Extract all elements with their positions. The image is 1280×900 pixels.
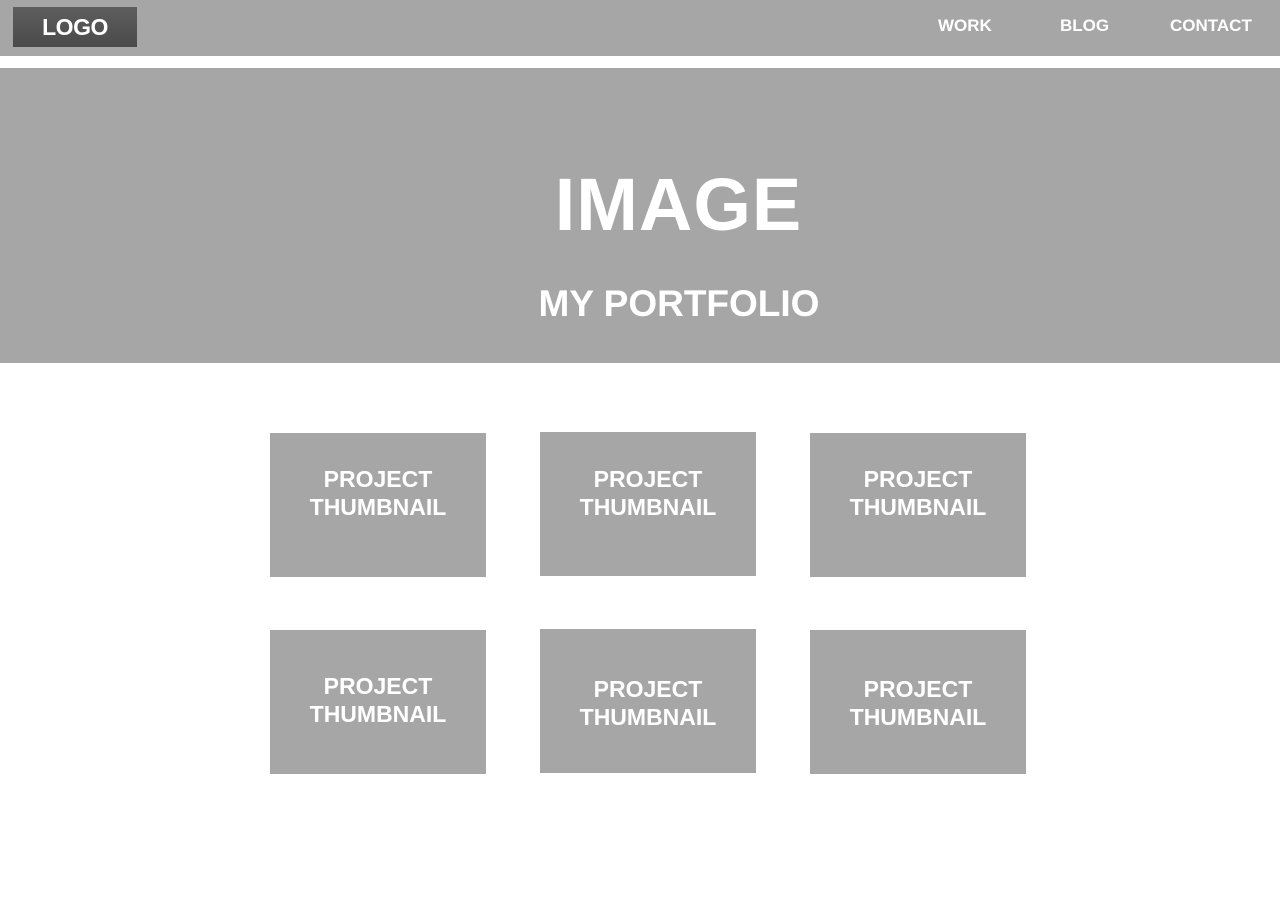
- nav-link-blog[interactable]: BLOG: [1060, 15, 1109, 37]
- project-thumbnail-line1: PROJECT: [593, 466, 703, 492]
- project-thumbnail-line2: THUMBNAIL: [309, 494, 447, 520]
- hero-image-placeholder: IMAGE: [554, 163, 803, 246]
- project-thumbnail-line1: PROJECT: [863, 676, 973, 702]
- hero-banner: IMAGE MY PORTFOLIO: [0, 68, 1280, 363]
- project-thumbnail-line2: THUMBNAIL: [849, 494, 987, 520]
- project-thumbnail-line2: THUMBNAIL: [579, 704, 717, 730]
- hero-title: MY PORTFOLIO: [538, 283, 820, 324]
- project-thumbnail[interactable]: PROJECT THUMBNAIL: [810, 630, 1026, 774]
- project-thumbnail-line2: THUMBNAIL: [579, 494, 717, 520]
- project-thumbnail[interactable]: PROJECT THUMBNAIL: [540, 629, 756, 773]
- project-thumbnail-line1: PROJECT: [593, 676, 703, 702]
- project-thumbnail-line1: PROJECT: [323, 466, 433, 492]
- project-thumbnail[interactable]: PROJECT THUMBNAIL: [270, 630, 486, 774]
- project-thumbnail[interactable]: PROJECT THUMBNAIL: [810, 433, 1026, 577]
- nav-link-work[interactable]: WORK: [938, 15, 992, 37]
- project-thumbnail-line1: PROJECT: [863, 466, 973, 492]
- project-thumbnail[interactable]: PROJECT THUMBNAIL: [270, 433, 486, 577]
- project-thumbnail-line2: THUMBNAIL: [849, 704, 987, 730]
- project-thumbnail[interactable]: PROJECT THUMBNAIL: [540, 432, 756, 576]
- top-navbar: LOGO WORK BLOG CONTACT: [0, 0, 1280, 56]
- nav-link-contact[interactable]: CONTACT: [1170, 15, 1252, 37]
- site-logo[interactable]: LOGO: [13, 7, 137, 47]
- project-thumbnail-line2: THUMBNAIL: [309, 701, 447, 727]
- project-thumbnail-line1: PROJECT: [323, 673, 433, 699]
